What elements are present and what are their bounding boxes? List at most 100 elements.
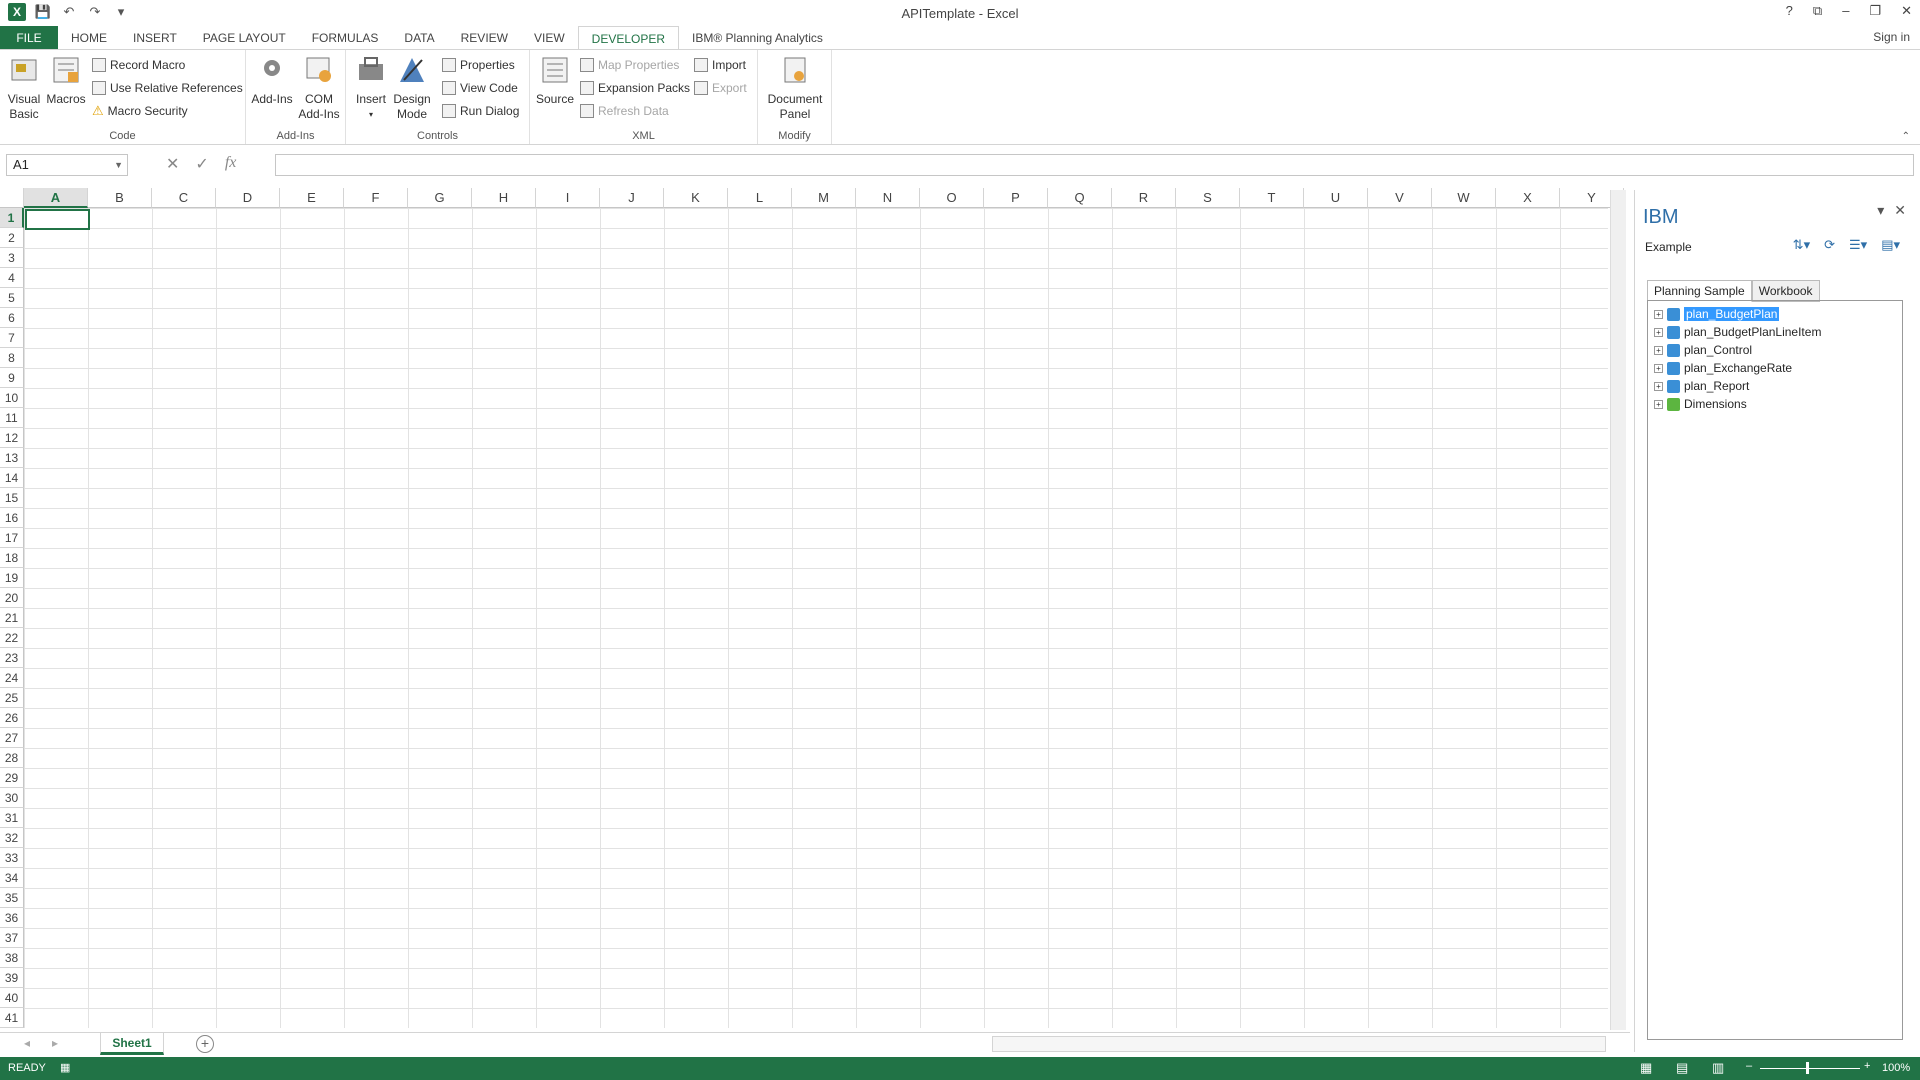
row-header-7[interactable]: 7 bbox=[0, 328, 24, 348]
row-header-26[interactable]: 26 bbox=[0, 708, 24, 728]
enter-icon[interactable]: ✓ bbox=[195, 154, 208, 174]
column-header-t[interactable]: T bbox=[1240, 188, 1304, 208]
row-header-34[interactable]: 34 bbox=[0, 868, 24, 888]
active-cell-a1[interactable] bbox=[25, 209, 90, 230]
tab-insert[interactable]: INSERT bbox=[120, 26, 190, 50]
sign-in-link[interactable]: Sign in bbox=[1873, 30, 1910, 44]
row-header-12[interactable]: 12 bbox=[0, 428, 24, 448]
column-header-a[interactable]: A bbox=[24, 188, 88, 208]
com-add-ins-button[interactable]: COM Add-Ins bbox=[296, 54, 342, 122]
sheet-tab[interactable]: Sheet1 bbox=[100, 1033, 164, 1055]
insert-function-icon[interactable]: fx bbox=[225, 154, 237, 174]
row-header-37[interactable]: 37 bbox=[0, 928, 24, 948]
zoom-in-icon[interactable]: + bbox=[1864, 1060, 1870, 1072]
row-header-4[interactable]: 4 bbox=[0, 268, 24, 288]
expand-icon[interactable]: + bbox=[1654, 327, 1663, 337]
view-options-icon[interactable]: ▤▾ bbox=[1881, 237, 1900, 253]
tree-item-plan-exchangerate[interactable]: + plan_ExchangeRate bbox=[1654, 359, 1896, 377]
column-header-j[interactable]: J bbox=[600, 188, 664, 208]
row-header-41[interactable]: 41 bbox=[0, 1008, 24, 1028]
design-mode-button[interactable]: Design Mode bbox=[392, 54, 432, 122]
row-header-15[interactable]: 15 bbox=[0, 488, 24, 508]
formula-input[interactable] bbox=[275, 154, 1914, 176]
row-header-14[interactable]: 14 bbox=[0, 468, 24, 488]
column-header-h[interactable]: H bbox=[472, 188, 536, 208]
refresh-icon[interactable]: ⟳ bbox=[1824, 237, 1835, 253]
add-sheet-icon[interactable]: + bbox=[196, 1035, 214, 1053]
page-layout-view-icon[interactable]: ▤ bbox=[1676, 1060, 1688, 1076]
expand-icon[interactable]: + bbox=[1654, 399, 1663, 409]
column-header-x[interactable]: X bbox=[1496, 188, 1560, 208]
expansion-packs-button[interactable]: Expansion Packs bbox=[580, 79, 690, 97]
column-header-r[interactable]: R bbox=[1112, 188, 1176, 208]
column-header-k[interactable]: K bbox=[664, 188, 728, 208]
cells-area[interactable] bbox=[24, 208, 1608, 1028]
row-header-18[interactable]: 18 bbox=[0, 548, 24, 568]
map-properties-button[interactable]: Map Properties bbox=[580, 56, 679, 74]
column-header-g[interactable]: G bbox=[408, 188, 472, 208]
properties-button[interactable]: Properties bbox=[442, 56, 515, 74]
column-header-e[interactable]: E bbox=[280, 188, 344, 208]
tab-data[interactable]: DATA bbox=[391, 26, 447, 50]
row-header-13[interactable]: 13 bbox=[0, 448, 24, 468]
expand-icon[interactable]: + bbox=[1654, 381, 1663, 391]
expand-icon[interactable]: + bbox=[1654, 363, 1663, 373]
tab-developer[interactable]: DEVELOPER bbox=[577, 26, 680, 50]
next-sheet-icon[interactable]: ▸ bbox=[52, 1036, 58, 1050]
source-button[interactable]: Source bbox=[534, 54, 576, 107]
tab-workbook[interactable]: Workbook bbox=[1751, 280, 1820, 302]
tab-formulas[interactable]: FORMULAS bbox=[299, 26, 392, 50]
row-header-1[interactable]: 1 bbox=[0, 208, 24, 228]
row-header-22[interactable]: 22 bbox=[0, 628, 24, 648]
vertical-scrollbar[interactable] bbox=[1610, 190, 1626, 1030]
row-header-5[interactable]: 5 bbox=[0, 288, 24, 308]
zoom-level[interactable]: 100% bbox=[1882, 1062, 1910, 1074]
sort-icon[interactable]: ⇅▾ bbox=[1793, 237, 1810, 253]
column-header-d[interactable]: D bbox=[216, 188, 280, 208]
column-header-u[interactable]: U bbox=[1304, 188, 1368, 208]
add-ins-button[interactable]: Add-Ins bbox=[250, 54, 294, 107]
tree-item-dimensions[interactable]: + Dimensions bbox=[1654, 395, 1896, 413]
row-header-16[interactable]: 16 bbox=[0, 508, 24, 528]
restore-icon[interactable]: ❐ bbox=[1869, 3, 1881, 19]
row-header-8[interactable]: 8 bbox=[0, 348, 24, 368]
tab-page-layout[interactable]: PAGE LAYOUT bbox=[190, 26, 299, 50]
run-dialog-button[interactable]: Run Dialog bbox=[442, 102, 519, 120]
row-header-23[interactable]: 23 bbox=[0, 648, 24, 668]
row-header-40[interactable]: 40 bbox=[0, 988, 24, 1008]
macro-security-button[interactable]: ⚠ Macro Security bbox=[92, 102, 188, 120]
zoom-slider[interactable] bbox=[1760, 1068, 1860, 1069]
select-all-corner[interactable] bbox=[0, 188, 24, 208]
column-header-o[interactable]: O bbox=[920, 188, 984, 208]
tab-view[interactable]: VIEW bbox=[521, 26, 578, 50]
name-box[interactable]: A1 ▼ bbox=[6, 154, 128, 176]
refresh-data-button[interactable]: Refresh Data bbox=[580, 102, 669, 120]
row-header-38[interactable]: 38 bbox=[0, 948, 24, 968]
column-header-p[interactable]: P bbox=[984, 188, 1048, 208]
filter-icon[interactable]: ☰▾ bbox=[1849, 237, 1867, 253]
column-header-c[interactable]: C bbox=[152, 188, 216, 208]
tab-ibm-planning-analytics[interactable]: IBM® Planning Analytics bbox=[679, 26, 836, 50]
row-header-29[interactable]: 29 bbox=[0, 768, 24, 788]
use-relative-references-button[interactable]: Use Relative References bbox=[92, 79, 243, 97]
tree-item-plan-control[interactable]: + plan_Control bbox=[1654, 341, 1896, 359]
horizontal-scrollbar[interactable] bbox=[992, 1036, 1606, 1052]
row-header-28[interactable]: 28 bbox=[0, 748, 24, 768]
column-header-b[interactable]: B bbox=[88, 188, 152, 208]
macro-recording-icon[interactable]: ▦ bbox=[60, 1061, 70, 1074]
column-header-f[interactable]: F bbox=[344, 188, 408, 208]
column-header-q[interactable]: Q bbox=[1048, 188, 1112, 208]
collapse-ribbon-icon[interactable]: ⌃ bbox=[1902, 131, 1910, 142]
close-icon[interactable]: ✕ bbox=[1901, 3, 1912, 19]
help-icon[interactable]: ? bbox=[1786, 3, 1793, 19]
row-header-39[interactable]: 39 bbox=[0, 968, 24, 988]
column-header-i[interactable]: I bbox=[536, 188, 600, 208]
row-header-25[interactable]: 25 bbox=[0, 688, 24, 708]
row-header-10[interactable]: 10 bbox=[0, 388, 24, 408]
minimize-icon[interactable]: – bbox=[1842, 3, 1849, 19]
row-header-3[interactable]: 3 bbox=[0, 248, 24, 268]
column-header-m[interactable]: M bbox=[792, 188, 856, 208]
row-header-30[interactable]: 30 bbox=[0, 788, 24, 808]
column-header-n[interactable]: N bbox=[856, 188, 920, 208]
row-header-24[interactable]: 24 bbox=[0, 668, 24, 688]
